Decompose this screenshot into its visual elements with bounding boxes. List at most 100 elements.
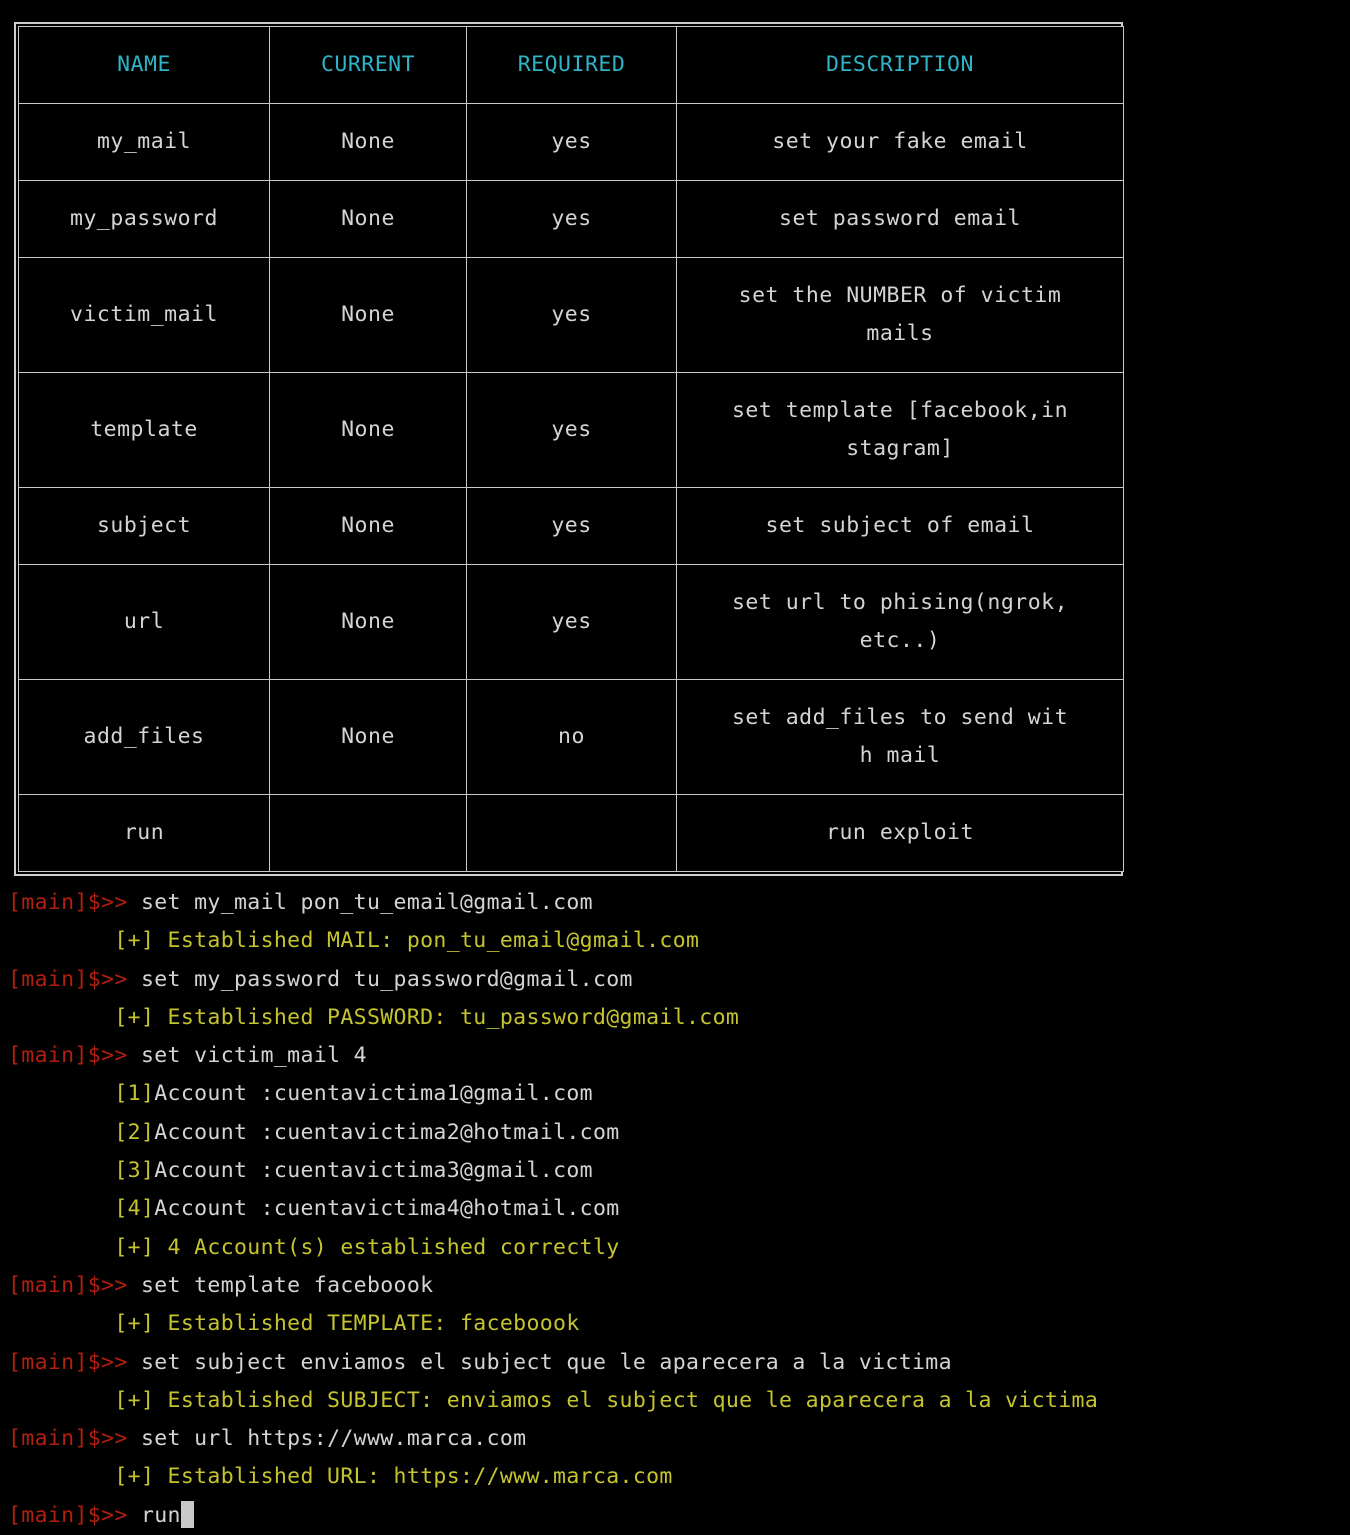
option-current-value <box>269 794 467 872</box>
option-required: yes <box>466 180 677 258</box>
option-required <box>466 794 677 872</box>
success-message: [+] Established SUBJECT: enviamos el sub… <box>8 1387 1099 1413</box>
terminal-success-line: [+] Established PASSWORD: tu_password@gm… <box>8 999 1348 1037</box>
column-header-description: DESCRIPTION <box>676 26 1124 104</box>
options-table: NAME CURRENT REQUIRED DESCRIPTION my_mai… <box>18 26 1124 872</box>
option-required: yes <box>466 487 677 565</box>
table-row: subject None yes set subject of email <box>18 487 1124 565</box>
terminal-account-line: [2]Account :cuentavictima2@hotmail.com <box>8 1114 1348 1152</box>
table-row: add_files None no set add_files to send wit… <box>18 679 1124 795</box>
option-current-value: None <box>269 103 467 181</box>
option-description: set url to phising(ngrok, etc..) <box>676 564 1124 680</box>
option-current-value: None <box>269 180 467 258</box>
terminal-command-line: [main]$>> run <box>8 1497 1348 1535</box>
option-current-value: None <box>269 257 467 373</box>
column-header-required: REQUIRED <box>466 26 677 104</box>
success-message: [+] Established MAIL: pon_tu_email@gmail… <box>8 928 700 954</box>
shell-prompt: [main]$>> <box>8 1426 128 1452</box>
account-text: Account :cuentavictima3@gmail.com <box>154 1158 593 1184</box>
account-index: [1] <box>114 1081 155 1107</box>
table-row: run run exploit <box>18 794 1124 872</box>
account-index: [3] <box>114 1158 155 1184</box>
terminal-success-line: [+] Established MAIL: pon_tu_email@gmail… <box>8 922 1348 960</box>
terminal-success-line: [+] Established TEMPLATE: faceboook <box>8 1305 1348 1343</box>
option-description: set password email <box>676 180 1124 258</box>
terminal-command-line: [main]$>> set template faceboook <box>8 1267 1348 1305</box>
shell-prompt: [main]$>> <box>8 966 128 992</box>
command-text: set my_mail pon_tu_email@gmail.com <box>127 890 593 915</box>
option-description: set subject of email <box>676 487 1124 565</box>
account-index: [4] <box>114 1196 155 1222</box>
terminal-command-line: [main]$>> set my_mail pon_tu_email@gmail… <box>8 884 1348 922</box>
option-name: victim_mail <box>18 257 270 373</box>
table-row: url None yes set url to phising(ngrok, etc.… <box>18 564 1124 680</box>
options-table-container: NAME CURRENT REQUIRED DESCRIPTION my_mai… <box>14 22 1124 876</box>
terminal-success-line: [+] 4 Account(s) established correctly <box>8 1229 1348 1267</box>
command-text: set victim_mail 4 <box>127 1043 367 1069</box>
terminal-command-line: [main]$>> set victim_mail 4 <box>8 1037 1348 1075</box>
column-header-current: CURRENT <box>269 26 467 104</box>
account-index: [2] <box>114 1119 155 1145</box>
option-required: yes <box>466 103 677 181</box>
option-required: yes <box>466 372 677 488</box>
option-name: my_mail <box>18 103 270 181</box>
option-description: run exploit <box>676 794 1124 872</box>
option-required: yes <box>466 564 677 680</box>
command-text: set my_password tu_password@gmail.com <box>127 966 633 992</box>
table-row: template None yes set template [facebook,in… <box>18 372 1124 488</box>
account-text: Account :cuentavictima2@hotmail.com <box>154 1119 620 1145</box>
option-current-value: None <box>269 372 467 488</box>
terminal-command-line: [main]$>> set url https://www.marca.com <box>8 1420 1348 1458</box>
terminal-success-line: [+] Established URL: https://www.marca.c… <box>8 1458 1348 1496</box>
terminal-output-log: [main]$>> set my_mail pon_tu_email@gmail… <box>8 884 1348 1535</box>
command-text: set template faceboook <box>127 1272 434 1298</box>
option-name: subject <box>18 487 270 565</box>
options-table-body: my_mail None yes set your fake email my_pass… <box>18 103 1124 872</box>
terminal-account-line: [4]Account :cuentavictima4@hotmail.com <box>8 1190 1348 1228</box>
table-row: victim_mail None yes set the NUMBER of vict… <box>18 257 1124 373</box>
command-text: set url https://www.marca.com <box>127 1426 527 1452</box>
command-text: run <box>127 1502 181 1528</box>
shell-prompt: [main]$>> <box>8 1349 128 1375</box>
table-header-row: NAME CURRENT REQUIRED DESCRIPTION <box>18 26 1124 104</box>
column-header-name: NAME <box>18 26 270 104</box>
option-name: url <box>18 564 270 680</box>
shell-prompt: [main]$>> <box>8 1502 128 1528</box>
option-description: set add_files to send wit h mail <box>676 679 1124 795</box>
options-table-head: NAME CURRENT REQUIRED DESCRIPTION <box>18 26 1124 104</box>
option-description: set the NUMBER of victim mails <box>676 257 1124 373</box>
option-current-value: None <box>269 564 467 680</box>
option-name: template <box>18 372 270 488</box>
option-required: no <box>466 679 677 795</box>
option-description: set your fake email <box>676 103 1124 181</box>
success-message: [+] Established URL: https://www.marca.c… <box>8 1464 673 1490</box>
text-cursor[interactable] <box>180 1500 195 1528</box>
terminal-account-line: [3]Account :cuentavictima3@gmail.com <box>8 1152 1348 1190</box>
table-row: my_password None yes set password email <box>18 180 1124 258</box>
success-message: [+] Established PASSWORD: tu_password@gm… <box>8 1004 740 1030</box>
table-row: my_mail None yes set your fake email <box>18 103 1124 181</box>
command-text: set subject enviamos el subject que le a… <box>127 1349 952 1375</box>
option-current-value: None <box>269 679 467 795</box>
option-description: set template [facebook,in stagram] <box>676 372 1124 488</box>
option-name: my_password <box>18 180 270 258</box>
terminal-success-line: [+] Established SUBJECT: enviamos el sub… <box>8 1382 1348 1420</box>
shell-prompt: [main]$>> <box>8 1272 128 1298</box>
terminal-command-line: [main]$>> set my_password tu_password@gm… <box>8 961 1348 999</box>
option-name: add_files <box>18 679 270 795</box>
account-text: Account :cuentavictima4@hotmail.com <box>154 1196 620 1222</box>
shell-prompt: [main]$>> <box>8 1043 128 1069</box>
success-message: [+] Established TEMPLATE: faceboook <box>8 1311 580 1337</box>
terminal-account-line: [1]Account :cuentavictima1@gmail.com <box>8 1075 1348 1113</box>
shell-prompt: [main]$>> <box>8 890 128 915</box>
account-text: Account :cuentavictima1@gmail.com <box>154 1081 593 1107</box>
option-name: run <box>18 794 270 872</box>
terminal-command-line: [main]$>> set subject enviamos el subjec… <box>8 1344 1348 1382</box>
option-required: yes <box>466 257 677 373</box>
option-current-value: None <box>269 487 467 565</box>
success-message: [+] 4 Account(s) established correctly <box>8 1234 620 1260</box>
